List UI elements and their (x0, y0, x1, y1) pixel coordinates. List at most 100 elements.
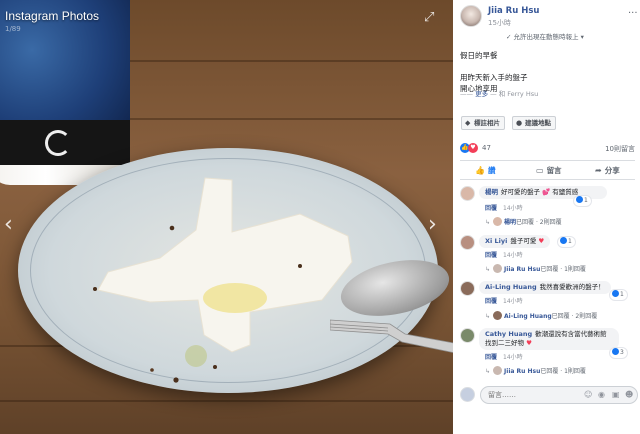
commenter-name[interactable]: 楊明 (485, 188, 498, 196)
chevron-right-icon[interactable]: › (428, 214, 437, 236)
love-reaction-icon: ♥ (468, 143, 478, 153)
privacy-label: 允許出現在動態時報上 (513, 33, 579, 41)
expand-icon[interactable]: ⤢ (424, 11, 438, 25)
comment-item: Xi Liyi 盤子可愛 ♥ 1 回覆 14小時 ↳ Jiia Ru Hsu已回覆 ·… (460, 235, 638, 277)
author-name[interactable]: Jiia Ru Hsu (488, 6, 539, 16)
commenter-name[interactable]: Xi Liyi (485, 237, 507, 245)
reply-arrow-icon: ↳ (485, 313, 491, 320)
comment-bubble: Cathy Huang 歡潮還說有含當代藝術館 找到二三好物 ♥ (479, 328, 619, 350)
avatar[interactable] (460, 281, 475, 296)
post-header: Jiia Ru Hsu 15小時 ✓ 允許出現在動態時報上 ▾ ··· (460, 4, 638, 41)
reaction-count[interactable]: 47 (482, 144, 491, 152)
more-options-icon[interactable]: ··· (628, 8, 638, 19)
reply-author: Ai-Ling Huang (504, 313, 552, 320)
meta-prefix: —— (460, 90, 473, 98)
post-meta: —— 更多 — 和 Ferry Hsu (460, 88, 538, 98)
heart-emoji-icon: ♥ (526, 339, 532, 347)
share-icon: ➦ (595, 166, 602, 175)
badge-count: 1 (568, 238, 572, 245)
reply-author: 楊明 (504, 219, 517, 226)
tagged-with[interactable]: — 和 Ferry Hsu (490, 90, 538, 98)
reactions-summary[interactable]: 👍 ♥ 47 10則留言 (460, 143, 635, 155)
reply-count: 2則回覆 (539, 219, 562, 226)
avatar[interactable] (460, 186, 475, 201)
chevron-left-icon[interactable]: ‹ (4, 214, 13, 236)
avatar (493, 366, 503, 375)
reply-link[interactable]: 回覆 (485, 252, 497, 259)
comment-reaction-badge[interactable]: 1 (574, 196, 591, 206)
comment-text: 盤子可愛 (510, 237, 537, 245)
reply-link[interactable]: 回覆 (485, 354, 497, 361)
comment-reaction-badge[interactable]: 3 (610, 348, 627, 358)
avatar[interactable] (460, 5, 482, 27)
reply-arrow-icon: ↳ (485, 266, 491, 273)
comment-time[interactable]: 14小時 (503, 298, 523, 305)
replies-link[interactable]: ↳ Jiia Ru Hsu已回覆 · 1則回覆 (485, 366, 586, 375)
commenter-name[interactable]: Ai-Ling Huang (485, 283, 537, 291)
comment-text: 找到二三好物 (485, 339, 524, 347)
commenter-name[interactable]: Cathy Huang (485, 330, 532, 338)
caption-line: 用昨天新入手的盤子 (460, 73, 528, 82)
reply-count: 1則回覆 (564, 368, 586, 375)
avatar[interactable] (460, 328, 475, 343)
camera-icon[interactable]: ◉ (598, 390, 605, 399)
like-reaction-icon (576, 196, 583, 203)
comment-text: 歡潮還說有含當代藝術館 (535, 330, 607, 338)
reply-text: 已回覆 (551, 313, 570, 320)
comment-time[interactable]: 14小時 (503, 205, 523, 212)
comment-reaction-badge[interactable]: 1 (558, 237, 575, 247)
reply-link[interactable]: 回覆 (485, 205, 497, 212)
comment-composer: ☺ ◉ ▣ ☻ (460, 386, 638, 404)
viewer-title[interactable]: Instagram Photos (5, 9, 99, 23)
badge-count: 1 (620, 291, 624, 298)
privacy-selector[interactable]: ✓ 允許出現在動態時報上 ▾ (506, 31, 584, 41)
replies-link[interactable]: ↳ 楊明已回覆 · 2則回覆 (485, 217, 562, 226)
comment-count[interactable]: 10則留言 (605, 144, 635, 154)
like-reaction-icon (560, 237, 567, 244)
replies-link[interactable]: ↳ Ai-Ling Huang已回覆 · 2則回覆 (485, 311, 597, 320)
reply-arrow-icon: ↳ (485, 368, 491, 375)
post-actions: 👍 讚 ▭ 留言 ➦ 分享 (460, 160, 635, 180)
see-more-link[interactable]: 更多 (475, 90, 488, 98)
comment-item: 楊明 好可愛的盤子 💕 有鹽質感 1 回覆 14小時 ↳ 楊明已回覆 · 2則回覆 (460, 186, 638, 232)
comment-meta: 回覆 14小時 (485, 203, 523, 212)
comment-text: 有鹽質感 (552, 188, 579, 196)
avatar[interactable] (460, 235, 475, 250)
reply-count: 1則回覆 (564, 266, 586, 273)
comment-icon: ▭ (536, 166, 544, 175)
emoji-icon[interactable]: ☺ (584, 390, 592, 399)
gif-icon[interactable]: ▣ (612, 390, 620, 399)
avatar (493, 264, 503, 273)
sticker-icon[interactable]: ☻ (625, 390, 633, 399)
like-button[interactable]: 👍 讚 (475, 165, 495, 176)
photo-viewer[interactable]: Instagram Photos 1/89 ⤢ ‹ › (0, 0, 453, 434)
comment-label: 留言 (546, 166, 562, 175)
heart-emoji-icon: 💕 (542, 188, 551, 196)
comment-time[interactable]: 14小時 (503, 354, 523, 361)
reply-author: Jiia Ru Hsu (504, 266, 541, 273)
thumbs-up-icon: 👍 (475, 166, 485, 175)
replies-link[interactable]: ↳ Jiia Ru Hsu已回覆 · 1則回覆 (485, 264, 586, 273)
avatar (493, 311, 503, 320)
comment-item: Cathy Huang 歡潮還說有含當代藝術館 找到二三好物 ♥ 3 回覆 14小時… (460, 328, 638, 380)
comment-meta: 回覆 14小時 (485, 296, 523, 305)
share-button[interactable]: ➦ 分享 (595, 165, 620, 176)
post-timestamp[interactable]: 15小時 (488, 18, 511, 28)
caption-line: 假日的早餐 (460, 51, 498, 60)
comment-item: Ai-Ling Huang 我然喜愛歡洲的盤子！ 1 回覆 14小時 ↳ Ai-Lin… (460, 281, 638, 325)
heart-emoji-icon: ♥ (538, 237, 545, 245)
comment-meta: 回覆 14小時 (485, 250, 523, 259)
comment-button[interactable]: ▭ 留言 (536, 165, 562, 176)
reply-link[interactable]: 回覆 (485, 298, 497, 305)
location-pin-icon: ● (516, 119, 523, 127)
location-label: 建議地點 (525, 119, 551, 127)
like-reaction-icon (612, 290, 619, 297)
like-label: 讚 (487, 166, 496, 175)
comment-reaction-badge[interactable]: 1 (610, 290, 627, 300)
badge-count: 1 (584, 197, 588, 204)
comment-time[interactable]: 14小時 (503, 252, 523, 259)
reply-text: 已回覆 (516, 219, 535, 226)
tag-photo-button[interactable]: ◆ 標註相片 (461, 116, 505, 130)
share-label: 分享 (604, 166, 620, 175)
suggest-location-button[interactable]: ● 建議地點 (512, 116, 556, 130)
